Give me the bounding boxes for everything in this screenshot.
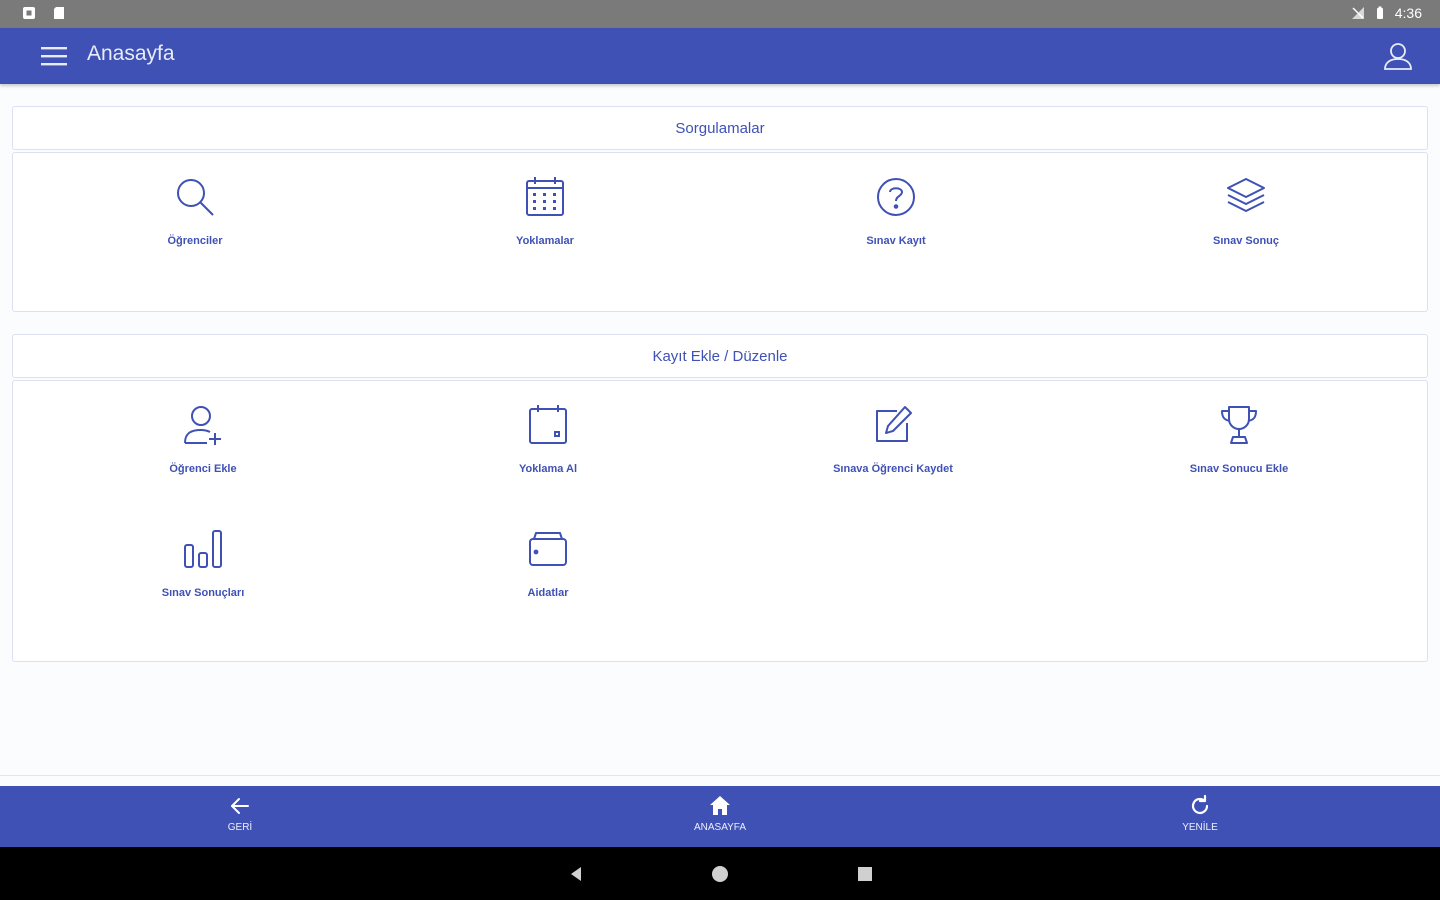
section-body-sorgulamalar: Öğrenciler Yoklamalar Sınav Kayıt Sınav … bbox=[12, 152, 1428, 312]
calendar-grid-icon bbox=[526, 177, 564, 216]
tile-yoklama-al[interactable]: Yoklama Al bbox=[428, 403, 668, 503]
tile-sinav-sonuclari[interactable]: Sınav Sonuçları bbox=[83, 527, 323, 627]
tile-label: Öğrenci Ekle bbox=[169, 463, 237, 475]
system-recents-icon[interactable] bbox=[854, 863, 876, 885]
status-bar: 4:36 bbox=[0, 0, 1440, 28]
battery-icon bbox=[1376, 6, 1383, 19]
notification-icon bbox=[23, 7, 35, 19]
tile-label: Aidatlar bbox=[527, 587, 569, 599]
tile-sinav-sonuc[interactable]: Sınav Sonuç bbox=[1126, 175, 1366, 275]
tile-label: Yoklama Al bbox=[518, 463, 578, 475]
refresh-icon bbox=[1191, 794, 1209, 815]
bar-chart-icon bbox=[184, 530, 222, 568]
nav-refresh-button[interactable]: YENİLE bbox=[1140, 794, 1260, 840]
question-circle-icon bbox=[877, 178, 915, 216]
section-header-kayit-ekle: Kayıt Ekle / Düzenle bbox=[12, 334, 1428, 378]
bottom-divider bbox=[0, 775, 1440, 776]
tile-sinava-ogrenci-kaydet[interactable]: Sınava Öğrenci Kaydet bbox=[773, 403, 1013, 503]
app-bar: Anasayfa bbox=[0, 28, 1440, 84]
sd-card-icon bbox=[54, 7, 64, 19]
tile-label: Sınav Sonuç bbox=[1212, 235, 1280, 247]
tile-label: Sınav Kayıt bbox=[866, 235, 926, 247]
system-navigation-bar bbox=[0, 847, 1440, 900]
arrow-left-icon bbox=[231, 798, 249, 814]
page-title: Anasayfa bbox=[87, 42, 175, 65]
tile-label: Sınav Sonucu Ekle bbox=[1189, 463, 1289, 475]
nav-home-button[interactable]: ANASAYFA bbox=[660, 794, 780, 840]
section-header-sorgulamalar: Sorgulamalar bbox=[12, 106, 1428, 150]
tile-label: Sınava Öğrenci Kaydet bbox=[833, 463, 953, 475]
tile-label: Öğrenciler bbox=[167, 235, 223, 247]
wallet-icon bbox=[529, 532, 567, 566]
section-title: Sorgulamalar bbox=[675, 119, 765, 137]
calendar-icon bbox=[529, 405, 567, 444]
nav-label: YENİLE bbox=[1182, 822, 1218, 833]
add-user-icon bbox=[184, 406, 221, 445]
system-home-icon[interactable] bbox=[709, 863, 731, 885]
tile-sinav-kayit[interactable]: Sınav Kayıt bbox=[776, 175, 1016, 275]
section-body-kayit-ekle: Öğrenci Ekle Yoklama Al Sınava Öğrenci K… bbox=[12, 380, 1428, 662]
tile-label: Yoklamalar bbox=[516, 235, 574, 247]
tile-sinav-sonucu-ekle[interactable]: Sınav Sonucu Ekle bbox=[1119, 403, 1359, 503]
home-icon bbox=[710, 796, 730, 815]
signal-icon bbox=[1351, 7, 1364, 19]
nav-back-button[interactable]: GERİ bbox=[180, 794, 300, 840]
system-back-icon[interactable] bbox=[565, 863, 587, 885]
bottom-navigation: GERİ ANASAYFA YENİLE bbox=[0, 786, 1440, 847]
status-time: 4:36 bbox=[1394, 5, 1422, 21]
trophy-icon bbox=[1221, 406, 1257, 444]
section-title: Kayıt Ekle / Düzenle bbox=[652, 347, 788, 365]
hamburger-menu-icon[interactable] bbox=[38, 42, 70, 70]
nav-label: ANASAYFA bbox=[693, 822, 747, 833]
tile-label: Sınav Sonuçları bbox=[161, 587, 245, 599]
nav-label: GERİ bbox=[227, 822, 253, 833]
search-icon bbox=[177, 179, 214, 216]
tile-yoklamalar[interactable]: Yoklamalar bbox=[425, 175, 665, 275]
tile-aidatlar[interactable]: Aidatlar bbox=[428, 527, 668, 627]
tile-ogrenci-ekle[interactable]: Öğrenci Ekle bbox=[83, 403, 323, 503]
layers-icon bbox=[1227, 178, 1265, 212]
user-profile-icon[interactable] bbox=[1380, 38, 1416, 74]
edit-icon bbox=[876, 406, 912, 442]
tile-ogrenciler[interactable]: Öğrenciler bbox=[75, 175, 315, 275]
